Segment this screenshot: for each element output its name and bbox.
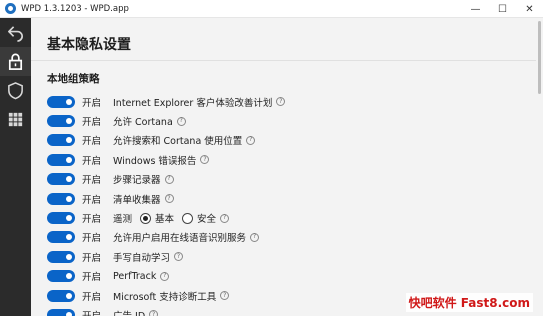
header-divider (31, 60, 536, 61)
telemetry-option-basic[interactable]: 基本 (140, 211, 174, 225)
toggle-state-label: 开启 (82, 155, 102, 167)
policy-label: 步骤记录器 (113, 175, 161, 187)
help-icon[interactable]: ? (149, 310, 159, 316)
toggle-switch[interactable] (47, 134, 75, 147)
policy-label: 手写自动学习 (113, 252, 171, 264)
page-title: 基本隐私设置 (47, 37, 131, 53)
telemetry-option-secure[interactable]: 安全 (182, 211, 216, 225)
back-arrow-icon (7, 26, 23, 42)
vertical-scrollbar[interactable] (536, 18, 543, 316)
help-icon[interactable]: ? (246, 135, 256, 145)
app-window: WPD 1.3.1203 - WPD.app — ☐ ✕ 基本隐私设置 本地组策… (0, 0, 543, 316)
policy-label: 遥测 (113, 214, 133, 226)
sidebar-item-privacy[interactable] (0, 47, 31, 76)
toggle-switch[interactable] (47, 231, 75, 244)
policy-row-telemetry: 开启 遥测 基本 安全 ? (47, 208, 527, 227)
toggle-state-label: 开启 (82, 214, 102, 226)
policy-row: 开启 Internet Explorer 客户体验改善计划 ? (47, 92, 527, 111)
sidebar-item-apps[interactable] (0, 105, 31, 134)
sidebar (0, 18, 31, 316)
title-bar: WPD 1.3.1203 - WPD.app — ☐ ✕ (0, 0, 543, 18)
help-icon[interactable]: ? (200, 155, 210, 165)
section-title: 本地组策略 (47, 73, 100, 85)
policy-label: 清单收集器 (113, 194, 161, 206)
toggle-switch[interactable] (47, 173, 75, 186)
policy-row: 开启 Windows 错误报告 ? (47, 150, 527, 169)
lock-icon (8, 53, 23, 70)
radio-label: 安全 (197, 214, 217, 226)
policy-row: 开启 允许用户启用在线语音识别服务 ? (47, 228, 527, 247)
toggle-switch[interactable] (47, 289, 75, 302)
maximize-button[interactable]: ☐ (489, 0, 516, 18)
toggle-state-label: 开启 (82, 291, 102, 303)
radio-button[interactable] (182, 212, 194, 224)
toggle-state-label: 开启 (82, 272, 102, 284)
close-button[interactable]: ✕ (516, 0, 543, 18)
toggle-switch[interactable] (47, 270, 75, 283)
help-icon[interactable]: ? (164, 194, 174, 204)
toggle-state-label: 开启 (82, 194, 102, 206)
main-panel: 基本隐私设置 本地组策略 开启 Internet Explorer 客户体验改善… (31, 18, 543, 316)
help-icon[interactable]: ? (220, 291, 230, 301)
sidebar-item-back[interactable] (0, 18, 31, 47)
policy-label: PerfTrack (113, 270, 157, 282)
minimize-button[interactable]: — (462, 0, 489, 18)
window-title: WPD 1.3.1203 - WPD.app (21, 3, 129, 14)
toggle-switch[interactable] (47, 212, 75, 225)
toggle-state-label: 开启 (82, 233, 102, 245)
policy-row: 开启 允许搜索和 Cortana 使用位置 ? (47, 131, 527, 150)
policy-row: 开启 PerfTrack ? (47, 267, 527, 286)
help-icon[interactable]: ? (220, 213, 230, 223)
help-icon[interactable]: ? (250, 232, 260, 242)
help-icon[interactable]: ? (164, 174, 174, 184)
apps-grid-icon (8, 112, 23, 127)
window-controls: — ☐ ✕ (462, 0, 543, 18)
policy-label: 允许搜索和 Cortana 使用位置 (113, 136, 243, 148)
toggle-switch[interactable] (47, 192, 75, 205)
help-icon[interactable]: ? (160, 271, 170, 281)
scroll-thumb[interactable] (538, 21, 541, 94)
radio-button-checked[interactable] (140, 212, 152, 224)
toggle-switch[interactable] (47, 95, 75, 108)
help-icon[interactable]: ? (174, 252, 184, 262)
policy-row: 开启 手写自动学习 ? (47, 247, 527, 266)
help-icon[interactable]: ? (276, 97, 286, 107)
site-watermark: 快吧软件 Fast8.com (405, 293, 533, 312)
policy-label: Microsoft 支持诊断工具 (113, 291, 217, 303)
toggle-state-label: 开启 (82, 136, 102, 148)
toggle-state-label: 开启 (82, 97, 102, 109)
app-logo-icon (5, 3, 16, 14)
policy-row: 开启 清单收集器 ? (47, 189, 527, 208)
policy-label: 允许 Cortana (113, 117, 173, 129)
policy-row: 开启 允许 Cortana ? (47, 111, 527, 130)
toggle-switch[interactable] (47, 308, 75, 316)
policy-label: Internet Explorer 客户体验改善计划 (113, 97, 273, 109)
toggle-state-label: 开启 (82, 175, 102, 187)
toggle-state-label: 开启 (82, 308, 106, 316)
toggle-state-label: 开启 (82, 252, 102, 264)
toggle-state-label: 开启 (82, 117, 102, 129)
help-icon[interactable]: ? (176, 116, 186, 126)
toggle-switch[interactable] (47, 153, 75, 166)
toggle-switch[interactable] (47, 115, 75, 128)
sidebar-item-security[interactable] (0, 76, 31, 105)
radio-label: 基本 (155, 214, 175, 226)
policy-label: Windows 错误报告 (113, 155, 197, 167)
policy-row: 开启 步骤记录器 ? (47, 170, 527, 189)
toggle-switch[interactable] (47, 250, 75, 263)
policy-list: 开启 Internet Explorer 客户体验改善计划 ? 开启 允许 Co… (47, 92, 527, 316)
shield-icon (8, 82, 23, 100)
policy-label: 允许用户启用在线语音识别服务 (113, 233, 247, 245)
policy-label: 广告 ID (113, 308, 145, 316)
